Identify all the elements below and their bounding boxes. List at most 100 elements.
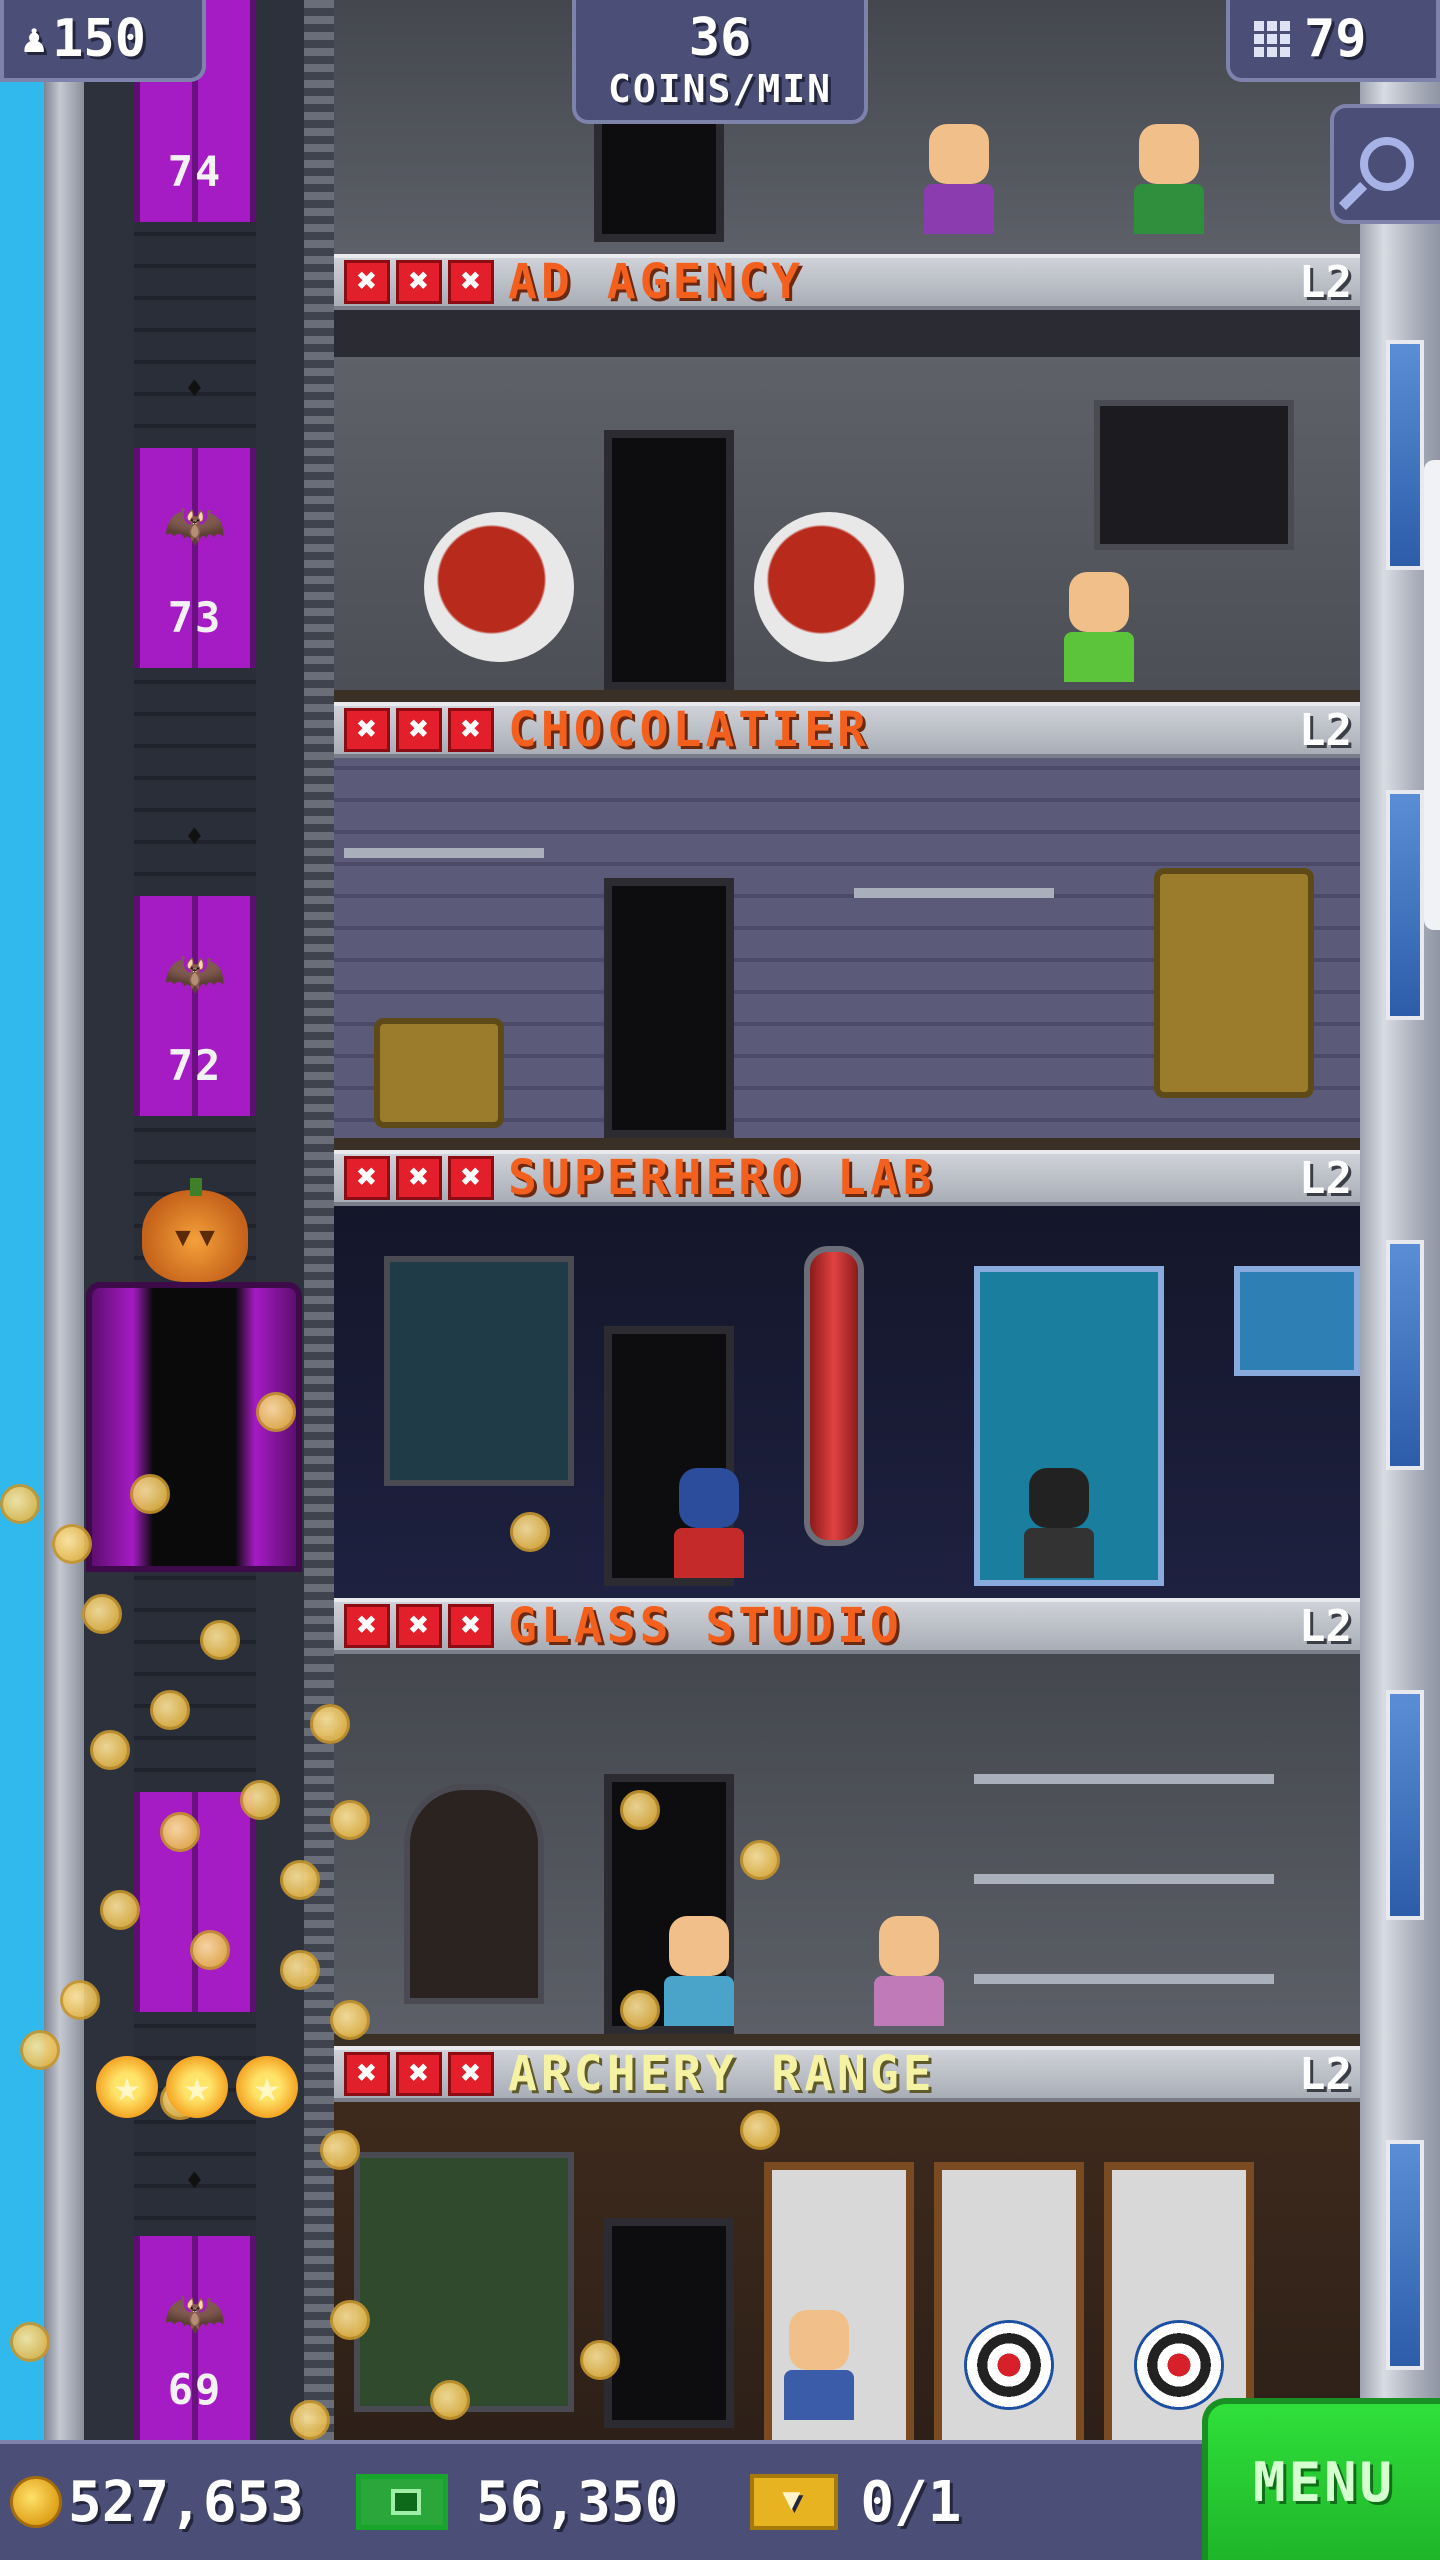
- floor-star-rating: ✖ ✖ ✖: [344, 1604, 494, 1648]
- coins-per-minute-display: 36 COINS/MIN: [572, 0, 868, 124]
- empty-star-icon: ✖: [396, 1604, 442, 1648]
- tower-window: [1386, 340, 1424, 570]
- floor-archery-range[interactable]: ✖ ✖ ✖ ARCHERY RANGE L2: [334, 2046, 1360, 2440]
- coin-particle: [620, 1990, 660, 2030]
- floor-glass-studio[interactable]: ✖ ✖ ✖ GLASS STUDIO L2: [334, 1598, 1360, 2046]
- floor-header: ✖ ✖ ✖ SUPERHERO LAB L2: [334, 1150, 1360, 1206]
- gold-star-icon: ★: [236, 2056, 298, 2118]
- tower-window: [1386, 1240, 1424, 1470]
- bux-balance[interactable]: 56,350: [304, 2470, 678, 2535]
- bat-icon: 🦇: [163, 496, 227, 554]
- floor-name: SUPERHERO LAB: [508, 1150, 936, 1206]
- coin-particle: [160, 1812, 200, 1852]
- elevator-floor-72[interactable]: 🦇 72: [134, 896, 256, 1116]
- bat-icon: 🦇: [163, 2284, 227, 2342]
- egg-chair: [754, 512, 904, 662]
- shelf: [974, 1874, 1274, 1884]
- bat-icon: 🦇: [163, 944, 227, 1002]
- coin-particle: [330, 1800, 370, 1840]
- coin-particle: [130, 1474, 170, 1514]
- shelf: [974, 1974, 1274, 1984]
- blueprint-board: [384, 1256, 574, 1486]
- coin-particle: [290, 2400, 330, 2440]
- empty-star-icon: ✖: [448, 1156, 494, 1200]
- floor-star-rating: ✖ ✖ ✖: [344, 2052, 494, 2096]
- floor-chocolatier[interactable]: ✖ ✖ ✖ CHOCOLATIER L2: [334, 702, 1360, 1150]
- floor-room[interactable]: [334, 1654, 1360, 2046]
- resident[interactable]: [784, 2310, 854, 2420]
- shelf: [344, 848, 544, 858]
- bux-balance-value: 56,350: [476, 2469, 679, 2535]
- empty-star-icon: ✖: [396, 708, 442, 752]
- coin-particle: [240, 1780, 280, 1820]
- resident[interactable]: [664, 1916, 734, 2026]
- coin-balance-value: 527,653: [68, 2469, 305, 2535]
- coin-balance[interactable]: 527,653: [0, 2470, 304, 2535]
- empty-star-icon: ✖: [448, 708, 494, 752]
- coin-particle: [90, 1730, 130, 1770]
- floor-count-value: 79: [1304, 9, 1367, 69]
- empty-star-icon: ✖: [344, 1156, 390, 1200]
- resident[interactable]: [874, 1916, 944, 2026]
- floor-superhero-lab[interactable]: ✖ ✖ ✖ SUPERHERO LAB L2: [334, 1150, 1360, 1598]
- floor-name: CHOCOLATIER: [508, 702, 870, 758]
- lamp-icon: ♦: [186, 2164, 203, 2197]
- ticket-icon: [750, 2474, 839, 2530]
- gold-star-icon: ★: [96, 2056, 158, 2118]
- coin-particle: [100, 1890, 140, 1930]
- coin-particle: [580, 2340, 620, 2380]
- floor-room[interactable]: [334, 310, 1360, 702]
- coin-particle: [200, 1620, 240, 1660]
- coin-particle: [280, 1860, 320, 1900]
- empty-star-icon: ✖: [396, 2052, 442, 2096]
- tower-left-wall: [44, 0, 84, 2440]
- kiln: [404, 1784, 544, 2004]
- coin-particle: [20, 2030, 60, 2070]
- floor-name: ARCHERY RANGE: [508, 2046, 936, 2102]
- coin-particle: [52, 1524, 92, 1564]
- floor-header: ✖ ✖ ✖ ARCHERY RANGE L2: [334, 2046, 1360, 2102]
- resident[interactable]: [924, 124, 994, 234]
- floor-level: L2: [1299, 704, 1352, 756]
- floor-level: L2: [1299, 1152, 1352, 1204]
- floor-ad-agency[interactable]: ✖ ✖ ✖ AD AGENCY L2: [334, 254, 1360, 702]
- coin-particle: [0, 1484, 40, 1524]
- floor-counter[interactable]: 79: [1226, 0, 1440, 82]
- shelf: [974, 1774, 1274, 1784]
- coins-per-minute-value: 36: [688, 8, 752, 68]
- side-drawer-handle[interactable]: [1424, 460, 1440, 930]
- ticket-balance[interactable]: 0/1: [678, 2470, 961, 2535]
- resident[interactable]: [674, 1468, 744, 1578]
- resident[interactable]: [1024, 1468, 1094, 1578]
- coin-particle: [620, 1790, 660, 1830]
- room-door: [604, 878, 734, 1138]
- elevator-floor-number: 69: [167, 2365, 223, 2414]
- zoom-button[interactable]: [1330, 104, 1440, 224]
- floor-level: L2: [1299, 2048, 1352, 2100]
- floor-room[interactable]: [334, 2102, 1360, 2440]
- menu-button[interactable]: MENU: [1202, 2398, 1440, 2560]
- building-icon: [1254, 21, 1290, 57]
- floor-level: L2: [1299, 256, 1352, 308]
- resident[interactable]: [1064, 572, 1134, 682]
- bow-rack: [354, 2152, 574, 2412]
- lamp-icon: ♦: [186, 820, 203, 853]
- shelf: [854, 888, 1054, 898]
- archery-target: [1134, 2320, 1224, 2410]
- population-counter[interactable]: ♟ 150: [0, 0, 206, 82]
- coin-icon: [10, 2476, 62, 2528]
- tower-window: [1386, 2140, 1424, 2370]
- floor-room[interactable]: [334, 758, 1360, 1150]
- coin-particle: [320, 2130, 360, 2170]
- elevator-rail: [304, 0, 334, 2440]
- floor-level: L2: [1299, 1600, 1352, 1652]
- room-door: [604, 430, 734, 690]
- world-map-screen: [1234, 1266, 1360, 1376]
- elevator-floor-73[interactable]: 🦇 73: [134, 448, 256, 668]
- floor-room[interactable]: [334, 1206, 1360, 1598]
- ad-board: [1094, 400, 1294, 550]
- coin-particle: [60, 1980, 100, 2020]
- resident[interactable]: [1134, 124, 1204, 234]
- elevator-floor-number: 73: [167, 593, 223, 642]
- elevator-floor-69[interactable]: 🦇 69: [134, 2236, 256, 2440]
